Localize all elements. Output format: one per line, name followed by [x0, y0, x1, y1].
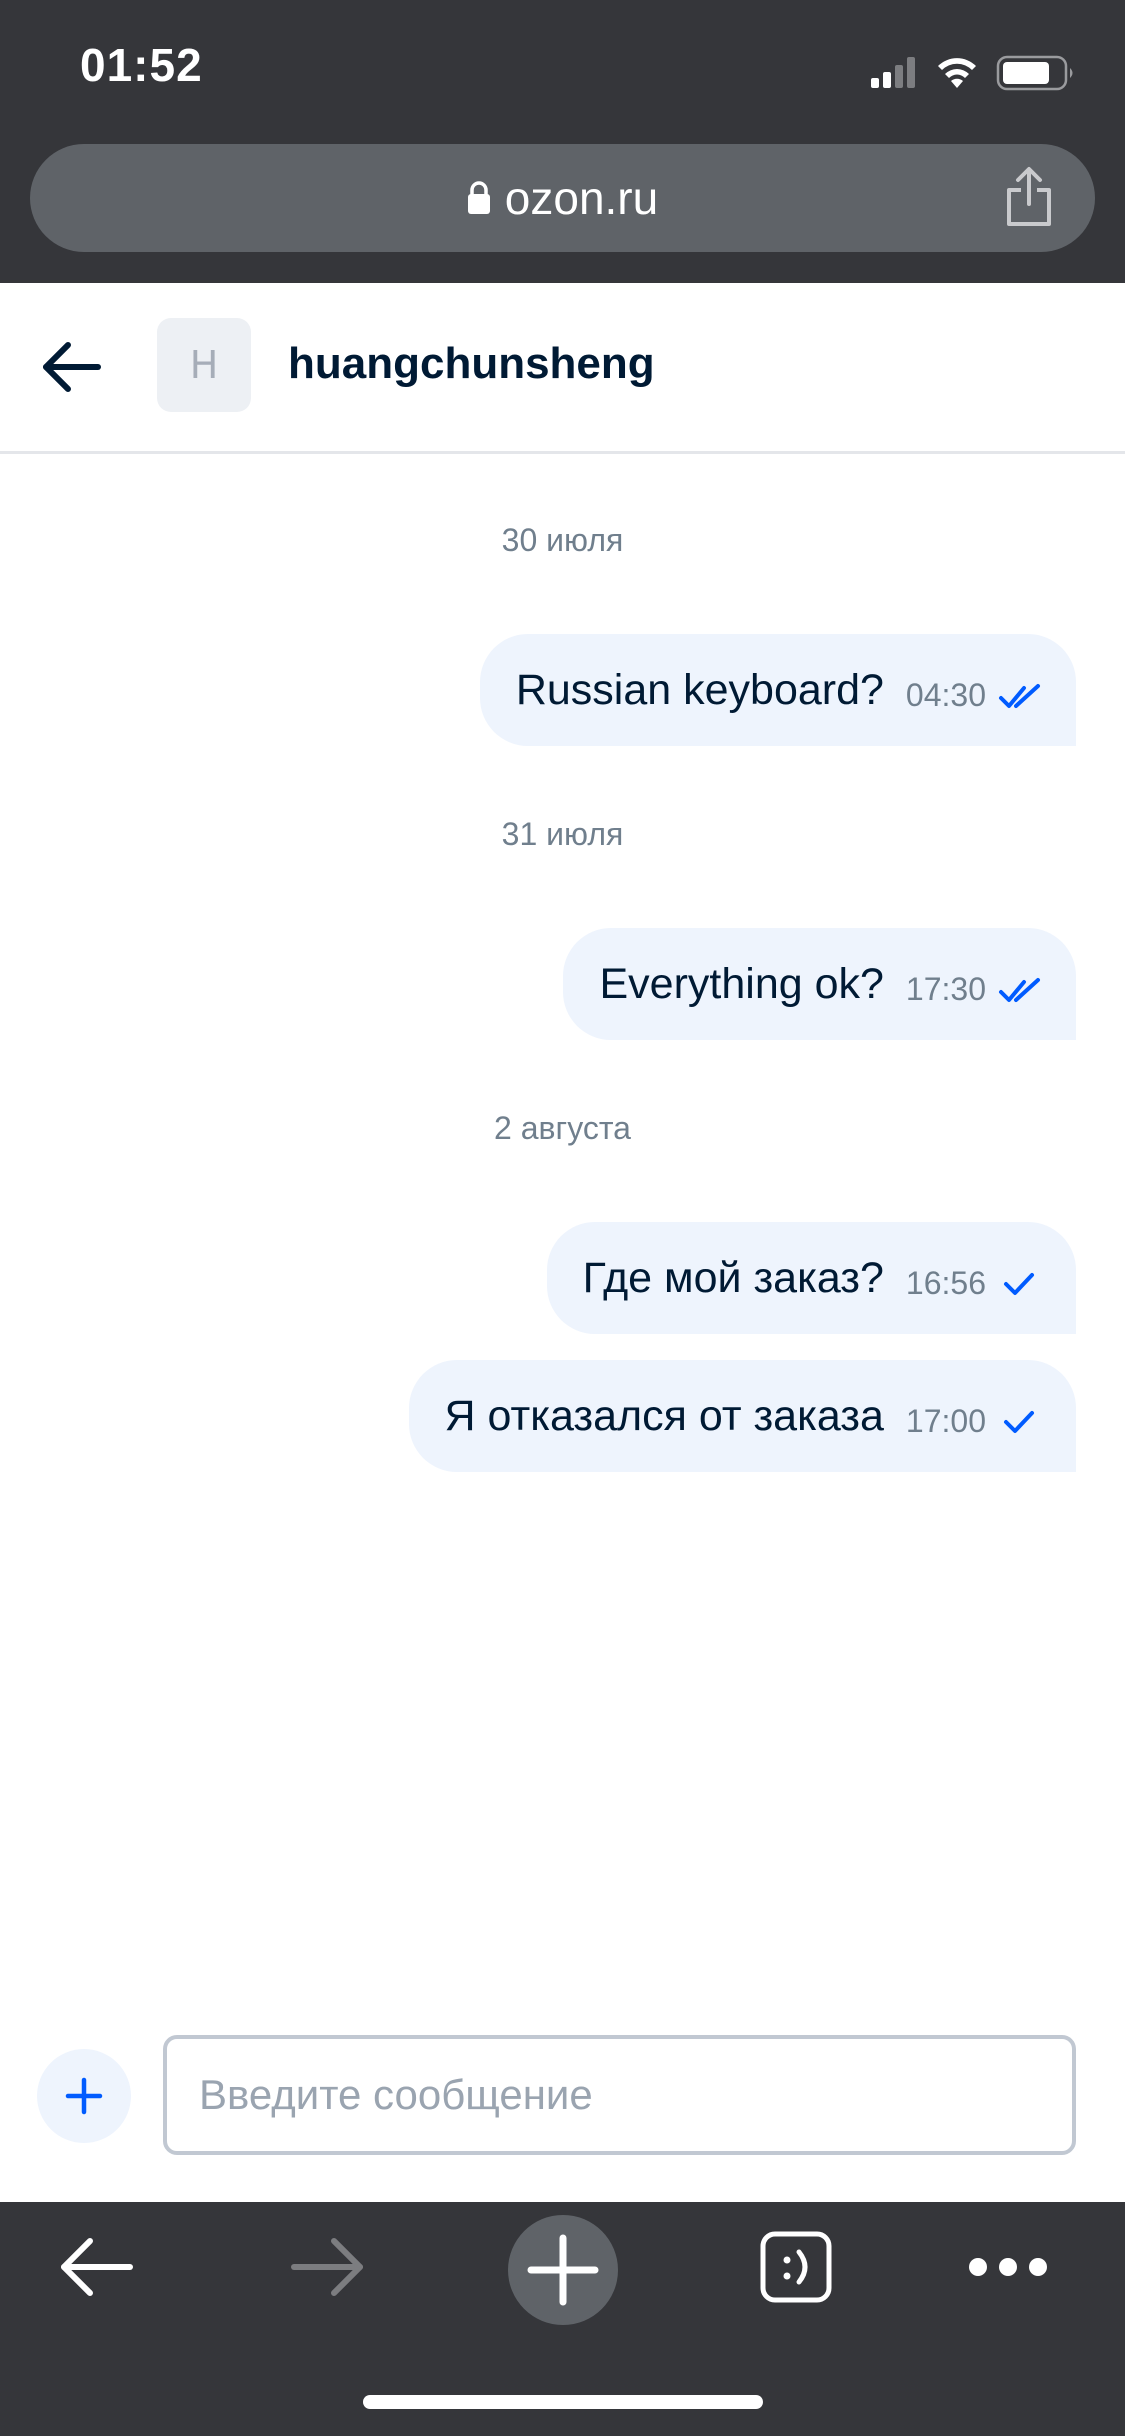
forward-icon — [291, 2238, 363, 2296]
back-icon — [61, 2238, 133, 2296]
tabs-icon — [760, 2231, 832, 2303]
browser-top-bar: 01:52 ozon.ru — [0, 0, 1125, 283]
message-time: 17:30 — [905, 970, 986, 1007]
message-text: Я отказался от заказа — [444, 1391, 884, 1440]
back-arrow-icon[interactable] — [38, 333, 106, 401]
new-tab-icon — [527, 2234, 599, 2306]
date-separator: 2 августа — [494, 1110, 631, 1146]
message-time: 04:30 — [905, 676, 986, 713]
message-bubble[interactable]: Я отказался от заказа 17:00 — [408, 1360, 1076, 1472]
message-input[interactable] — [163, 2035, 1076, 2155]
plus-icon — [65, 2077, 103, 2115]
share-icon[interactable] — [1003, 166, 1055, 228]
double-check-icon — [999, 978, 1040, 1002]
double-check-icon — [999, 684, 1040, 708]
date-separator: 30 июля — [501, 522, 624, 558]
new-tab-button[interactable] — [508, 2215, 618, 2325]
message-bubble[interactable]: Где мой заказ? 16:56 — [546, 1222, 1076, 1334]
home-indicator — [363, 2395, 763, 2409]
message-time: 16:56 — [905, 1264, 986, 1301]
signal-icon — [871, 57, 915, 88]
wifi-icon — [938, 58, 976, 88]
status-time: 01:52 — [80, 39, 203, 91]
status-icons — [871, 52, 1081, 92]
browser-forward-button[interactable] — [272, 2202, 384, 2332]
battery-icon — [996, 55, 1073, 91]
more-icon — [969, 2258, 1047, 2276]
check-icon — [1004, 1411, 1034, 1433]
message-text: Russian keyboard? — [515, 665, 884, 714]
contact-name: huangchunsheng — [288, 339, 655, 388]
tabs-button[interactable] — [740, 2202, 852, 2332]
avatar: H — [157, 318, 251, 412]
message-bubble[interactable]: Russian keyboard? 04:30 — [479, 634, 1076, 746]
attach-button[interactable] — [37, 2049, 131, 2143]
url-bar[interactable]: ozon.ru — [30, 144, 1095, 252]
url-text: ozon.ru — [504, 172, 659, 224]
lock-icon — [467, 181, 490, 214]
date-separator: 31 июля — [501, 816, 624, 852]
message-time: 17:00 — [905, 1402, 986, 1439]
chat-header: H huangchunsheng — [0, 283, 1125, 454]
browser-back-button[interactable] — [40, 2202, 152, 2332]
check-icon — [1004, 1273, 1034, 1295]
message-text: Где мой заказ? — [582, 1253, 884, 1302]
message-text: Everything ok? — [599, 959, 884, 1008]
message-bubble[interactable]: Everything ok? 17:30 — [563, 928, 1076, 1040]
more-button[interactable] — [952, 2202, 1064, 2332]
